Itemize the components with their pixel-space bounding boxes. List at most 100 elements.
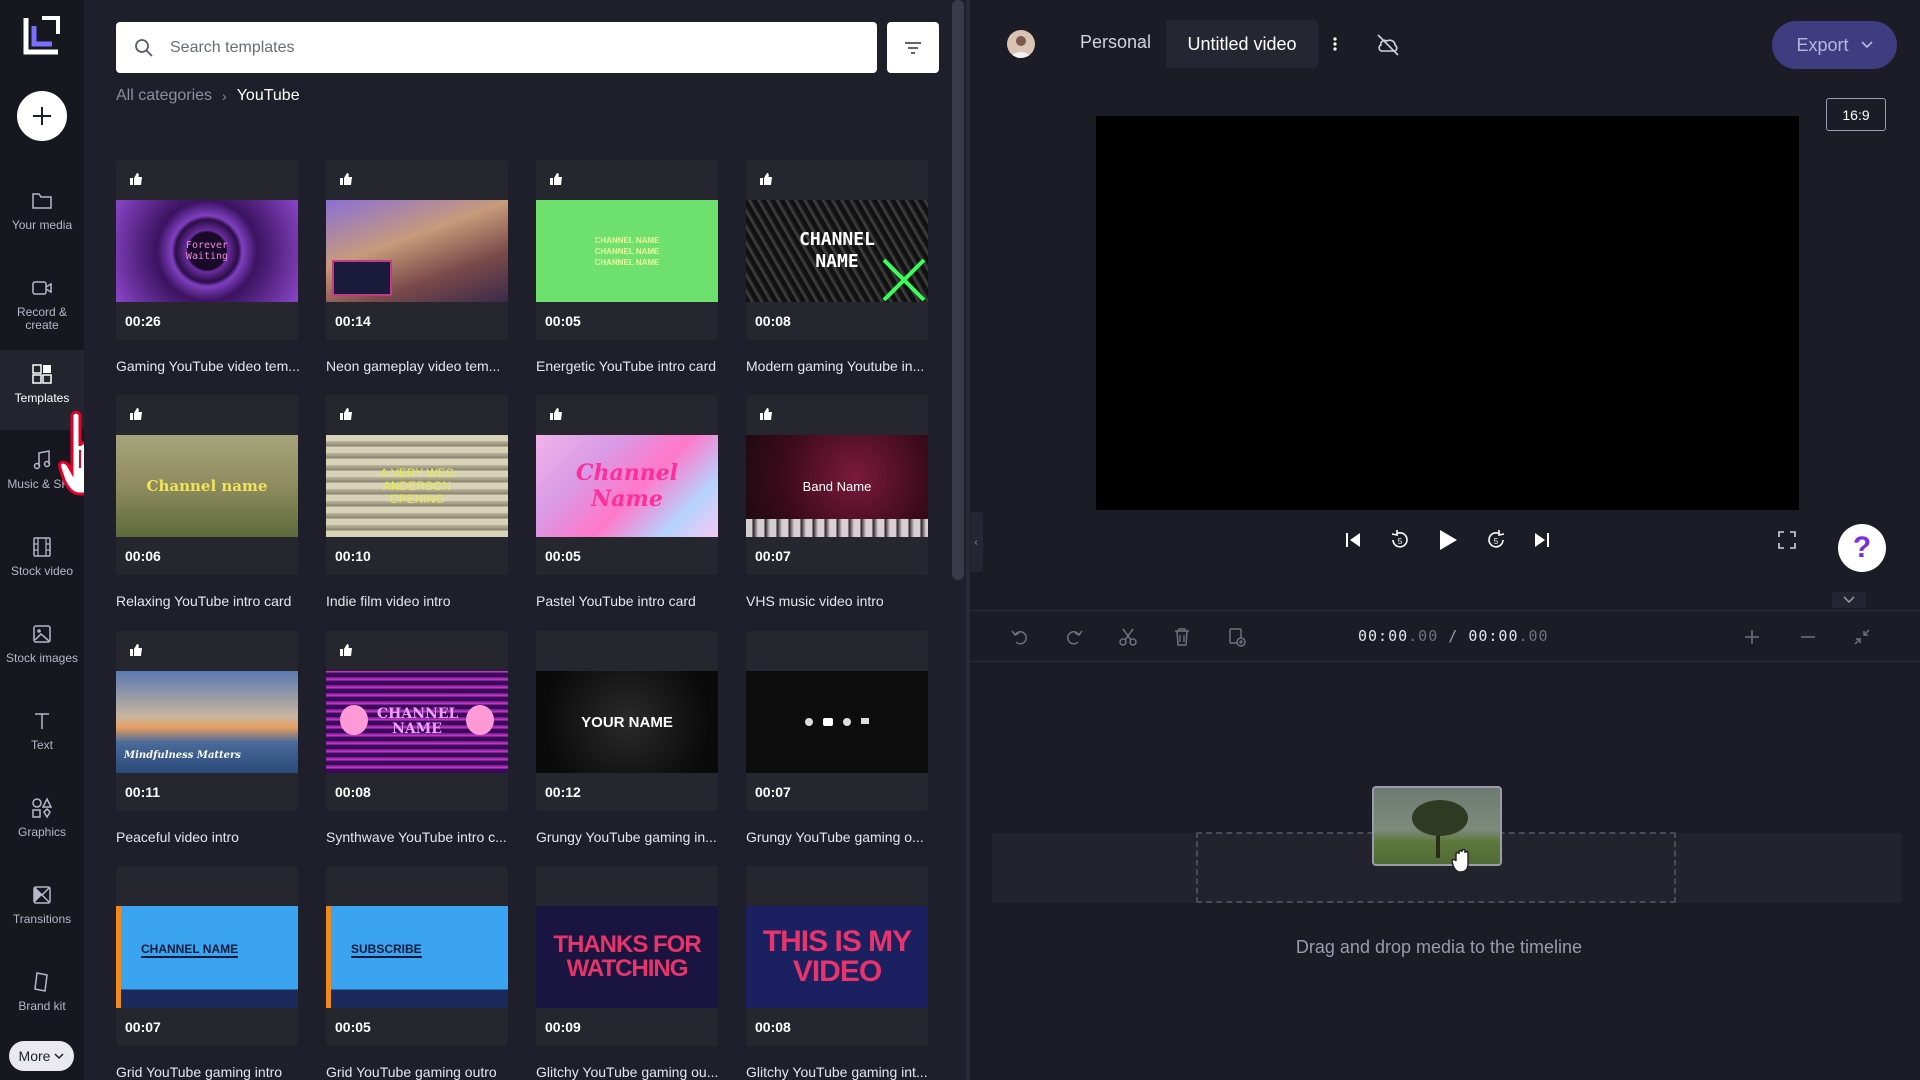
template-card[interactable]: YOUR NAME 00:12 Grungy YouTube gaming in…: [536, 631, 736, 851]
template-card[interactable]: SUBSCRIBE 00:05 Grid YouTube gaming outr…: [326, 866, 526, 1080]
thumb-text: CHANNEL NAME: [141, 942, 239, 958]
template-thumbnail: CHANNEL NAME CHANNEL NAME CHANNEL NAME: [536, 200, 718, 302]
help-button[interactable]: ?: [1838, 524, 1886, 572]
fit-timeline-icon[interactable]: [1850, 625, 1874, 649]
undo-icon[interactable]: [1008, 625, 1032, 649]
timeline-toggle[interactable]: [1832, 592, 1866, 608]
thumbs-up-icon[interactable]: [339, 172, 355, 188]
template-card[interactable]: Channel name 00:06 Relaxing YouTube intr…: [116, 395, 316, 615]
templates-panel: All categories › YouTube Forever Waiting…: [84, 0, 950, 1080]
thumb-text: THIS IS MY VIDEO: [762, 925, 912, 988]
duration: 00:07: [755, 548, 791, 564]
thumb-text: CHANNEL NAME: [799, 229, 875, 272]
dragged-media-thumbnail[interactable]: [1372, 786, 1502, 866]
filter-button[interactable]: [887, 22, 939, 73]
export-button[interactable]: Export: [1772, 21, 1897, 69]
thumbs-up-icon[interactable]: [129, 407, 145, 423]
thumbs-up-icon[interactable]: [129, 172, 145, 188]
redo-icon[interactable]: [1062, 625, 1086, 649]
rail-graphics[interactable]: Graphics: [0, 784, 84, 862]
duration: 00:08: [755, 1019, 791, 1035]
template-thumbnail: Channel Name: [536, 435, 718, 537]
rail-transitions[interactable]: Transitions: [0, 871, 84, 949]
thumbs-up-icon[interactable]: [129, 643, 145, 659]
template-card[interactable]: CHANNEL NAME 00:08 Synthwave YouTube int…: [326, 631, 526, 851]
template-title: Glitchy YouTube gaming ou...: [536, 1064, 719, 1080]
template-card[interactable]: Band Name 00:07 VHS music video intro: [746, 395, 946, 615]
template-card[interactable]: Forever Waiting 00:26 Gaming YouTube vid…: [116, 160, 316, 380]
template-card[interactable]: THANKS FOR WATCHING 00:09 Glitchy YouTub…: [536, 866, 736, 1080]
grab-hand-icon: [1450, 848, 1476, 874]
cloud-off-icon[interactable]: [1375, 32, 1401, 58]
rail-brand-kit[interactable]: Brand kit: [0, 958, 84, 1036]
avatar[interactable]: [1007, 30, 1035, 58]
duration: 00:07: [125, 1019, 161, 1035]
rail-record-create[interactable]: Record & create: [0, 264, 84, 342]
templates-icon: [30, 362, 54, 386]
rail-your-media[interactable]: Your media: [0, 177, 84, 255]
timecode-current: 00:00: [1358, 627, 1409, 645]
template-title: Modern gaming Youtube in...: [746, 358, 925, 374]
template-card[interactable]: 00:07 Grungy YouTube gaming o...: [746, 631, 946, 851]
zoom-out-icon[interactable]: [1796, 625, 1820, 649]
film-icon: [30, 535, 54, 559]
thumb-text: THANKS FOR WATCHING: [553, 931, 701, 982]
rewind-5-icon[interactable]: 5: [1388, 528, 1412, 552]
thumbs-up-icon[interactable]: [549, 407, 565, 423]
editor-area: Personal › Untitled video Export 16:9 ‹ …: [969, 0, 1920, 1080]
play-icon[interactable]: [1436, 528, 1460, 552]
template-title: Energetic YouTube intro card: [536, 358, 717, 374]
chevron-down-icon: [54, 1053, 64, 1060]
fullscreen-icon[interactable]: [1775, 528, 1799, 552]
template-card[interactable]: Channel Name 00:05 Pastel YouTube intro …: [536, 395, 736, 615]
skip-forward-icon[interactable]: [1530, 528, 1554, 552]
rail-text[interactable]: Text: [0, 697, 84, 775]
thumb-text: Band Name: [802, 478, 872, 494]
thumbs-up-icon[interactable]: [759, 407, 775, 423]
zoom-in-icon[interactable]: [1740, 625, 1764, 649]
duration: 00:05: [545, 313, 581, 329]
duration: 00:10: [335, 548, 371, 564]
thumbs-up-icon[interactable]: [339, 407, 355, 423]
duplicate-icon[interactable]: [1225, 625, 1249, 649]
rail-stock-video[interactable]: Stock video: [0, 523, 84, 601]
template-card[interactable]: 00:14 Neon gameplay video tem...: [326, 160, 526, 380]
duration: 00:12: [545, 784, 581, 800]
duration: 00:07: [755, 784, 791, 800]
template-thumbnail: THANKS FOR WATCHING: [536, 906, 718, 1008]
aspect-ratio-button[interactable]: 16:9: [1826, 98, 1886, 131]
thumbs-up-icon[interactable]: [339, 643, 355, 659]
template-thumbnail: Forever Waiting: [116, 200, 298, 302]
timeline-toolbar: 00:00.00 / 00:00.00: [970, 610, 1920, 662]
search-bar[interactable]: [116, 22, 877, 73]
video-preview: [1096, 116, 1799, 510]
templates-scrollbar[interactable]: [952, 0, 964, 580]
thumbs-up-icon[interactable]: [759, 172, 775, 188]
template-card[interactable]: CHANNEL NAME CHANNEL NAME CHANNEL NAME 0…: [536, 160, 736, 380]
more-options-icon[interactable]: [1330, 34, 1340, 54]
breadcrumb-all-categories[interactable]: All categories: [116, 87, 212, 105]
split-scissors-icon[interactable]: [1116, 625, 1140, 649]
thumbs-up-icon[interactable]: [549, 172, 565, 188]
shapes-icon: [30, 796, 54, 820]
create-new-button[interactable]: [17, 91, 67, 141]
chevron-right-icon: ›: [222, 88, 227, 104]
search-input[interactable]: [170, 38, 850, 57]
skip-back-icon[interactable]: [1341, 528, 1365, 552]
playback-controls: 5 5: [970, 520, 1920, 560]
breadcrumb-current: YouTube: [236, 87, 300, 104]
delete-icon[interactable]: [1170, 625, 1194, 649]
rail-stock-images[interactable]: Stock images: [0, 610, 84, 688]
svg-text:5: 5: [1494, 537, 1499, 546]
template-card[interactable]: A VERY WES ANDERSON OPENING 00:10 Indie …: [326, 395, 526, 615]
template-card[interactable]: CHANNEL NAME 00:07 Grid YouTube gaming i…: [116, 866, 316, 1080]
forward-5-icon[interactable]: 5: [1484, 528, 1508, 552]
video-title[interactable]: Untitled video: [1166, 20, 1318, 68]
template-card[interactable]: THIS IS MY VIDEO 00:08 Glitchy YouTube g…: [746, 866, 946, 1080]
more-button[interactable]: More: [9, 1041, 74, 1071]
template-card[interactable]: CHANNEL NAME 00:08 Modern gaming Youtube…: [746, 160, 946, 380]
clipchamp-logo[interactable]: [18, 12, 66, 60]
filter-icon: [905, 41, 921, 54]
image-icon: [30, 622, 54, 646]
template-card[interactable]: Mindfulness Matters 00:11 Peaceful video…: [116, 631, 316, 851]
